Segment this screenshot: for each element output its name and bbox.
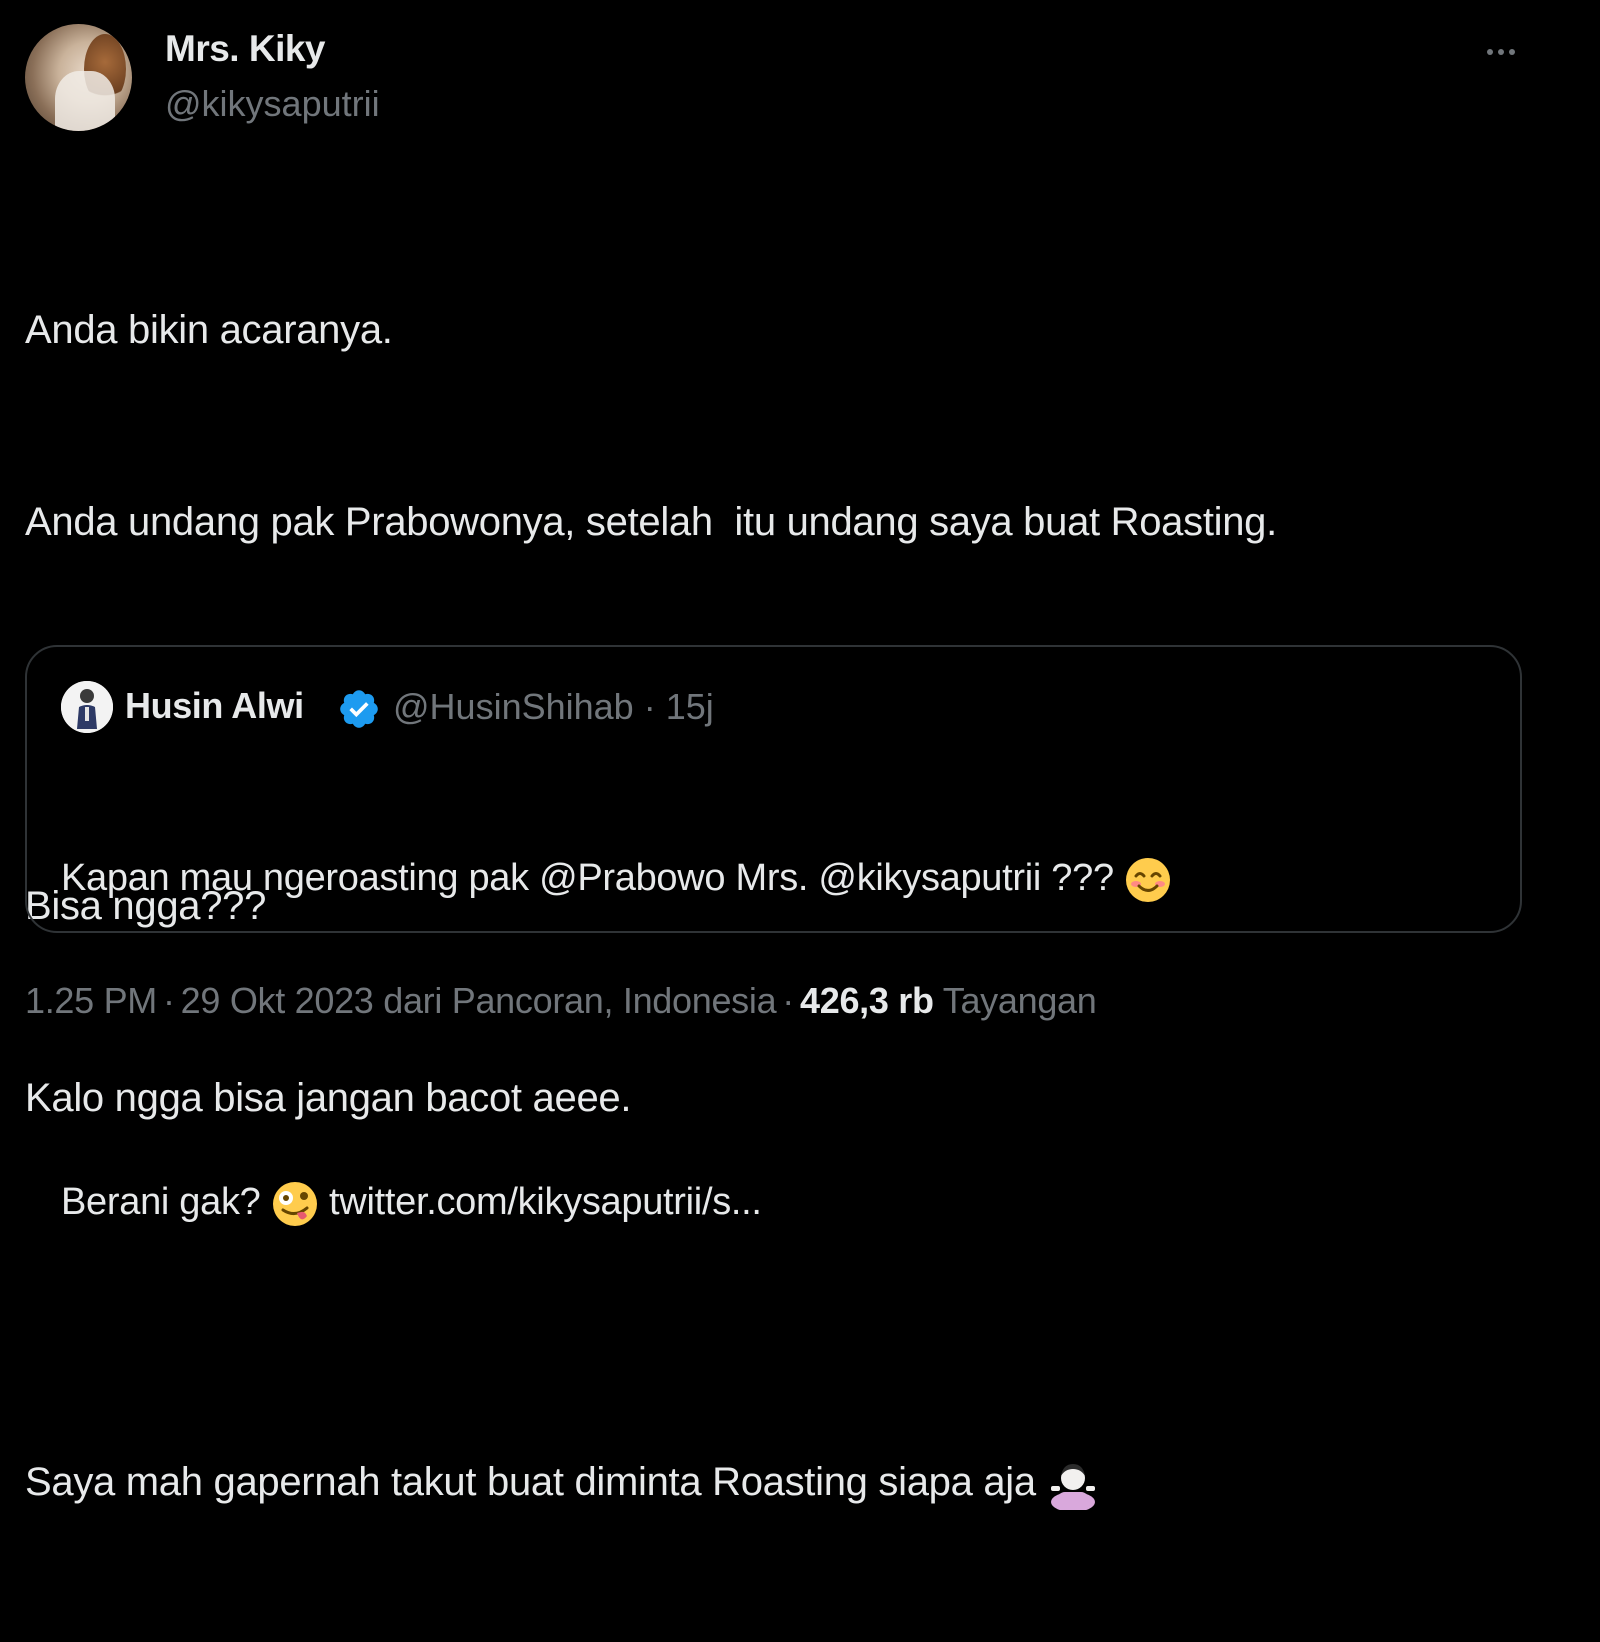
more-dot-icon [1498,49,1504,55]
author-display-name[interactable]: Mrs. Kiky [165,28,326,70]
verified-badge-icon [340,690,378,728]
tweet-location: dari Pancoran, Indonesia [383,980,777,1021]
tweet-line-last: Saya mah gapernah takut buat diminta Roa… [25,1450,1555,1514]
tweet-line: Anda bikin acaranya. [25,308,393,352]
quoted-line: Berani gak? twitter.com/kikysaputrii/s..… [61,1175,1172,1229]
quoted-line: Kapan mau ngeroasting pak @Prabowo Mrs. … [61,851,1172,905]
more-dot-icon [1487,49,1493,55]
quoted-line2-prefix: Berani gak? [61,1181,261,1223]
quoted-author-avatar[interactable] [61,681,113,733]
person-silhouette-icon [61,681,113,733]
tweet-line: Anda undang pak Prabowonya, setelah itu … [25,500,1277,544]
author-avatar[interactable] [25,24,132,131]
views-label: Tayangan [942,980,1097,1021]
meta-separator: · [633,686,666,727]
footer-separator: · [162,980,175,1021]
smiling-face-emoji-icon [1126,857,1171,902]
quoted-link[interactable]: twitter.com/kikysaputrii/s... [329,1181,762,1223]
more-options-button[interactable] [1474,32,1528,72]
quoted-tweet[interactable]: Husin Alwi @HusinShihab · 15j Kapan mau … [25,645,1522,1226]
tweet-time[interactable]: 1.25 PM [25,980,157,1021]
person-shrugging-emoji-icon [1050,1464,1095,1511]
tweet-line-text: Saya mah gapernah takut buat diminta Roa… [25,1460,1036,1504]
views-count: 426,3 rb [800,980,934,1021]
quoted-author-name[interactable]: Husin Alwi [125,685,304,727]
author-handle[interactable]: @kikysaputrii [165,83,380,125]
quoted-line1-text: Kapan mau ngeroasting pak @Prabowo Mrs. … [61,857,1114,899]
quoted-meta: @HusinShihab · 15j [393,686,714,728]
tweet-card: Mrs. Kiky @kikysaputrii Anda bikin acara… [0,0,1600,1511]
quoted-text: Kapan mau ngeroasting pak @Prabowo Mrs. … [61,743,1172,1337]
more-dot-icon [1509,49,1515,55]
avatar-dress-shape [55,71,115,131]
quoted-time-ago[interactable]: 15j [666,686,714,727]
footer-separator: · [782,980,794,1021]
zany-face-emoji-icon [272,1181,317,1226]
tweet-date[interactable]: 29 Okt 2023 [181,980,374,1021]
quoted-author-handle[interactable]: @HusinShihab [393,686,634,727]
tweet-footer: 1.25 PM · 29 Okt 2023 dari Pancoran, Indon… [25,980,1097,1022]
